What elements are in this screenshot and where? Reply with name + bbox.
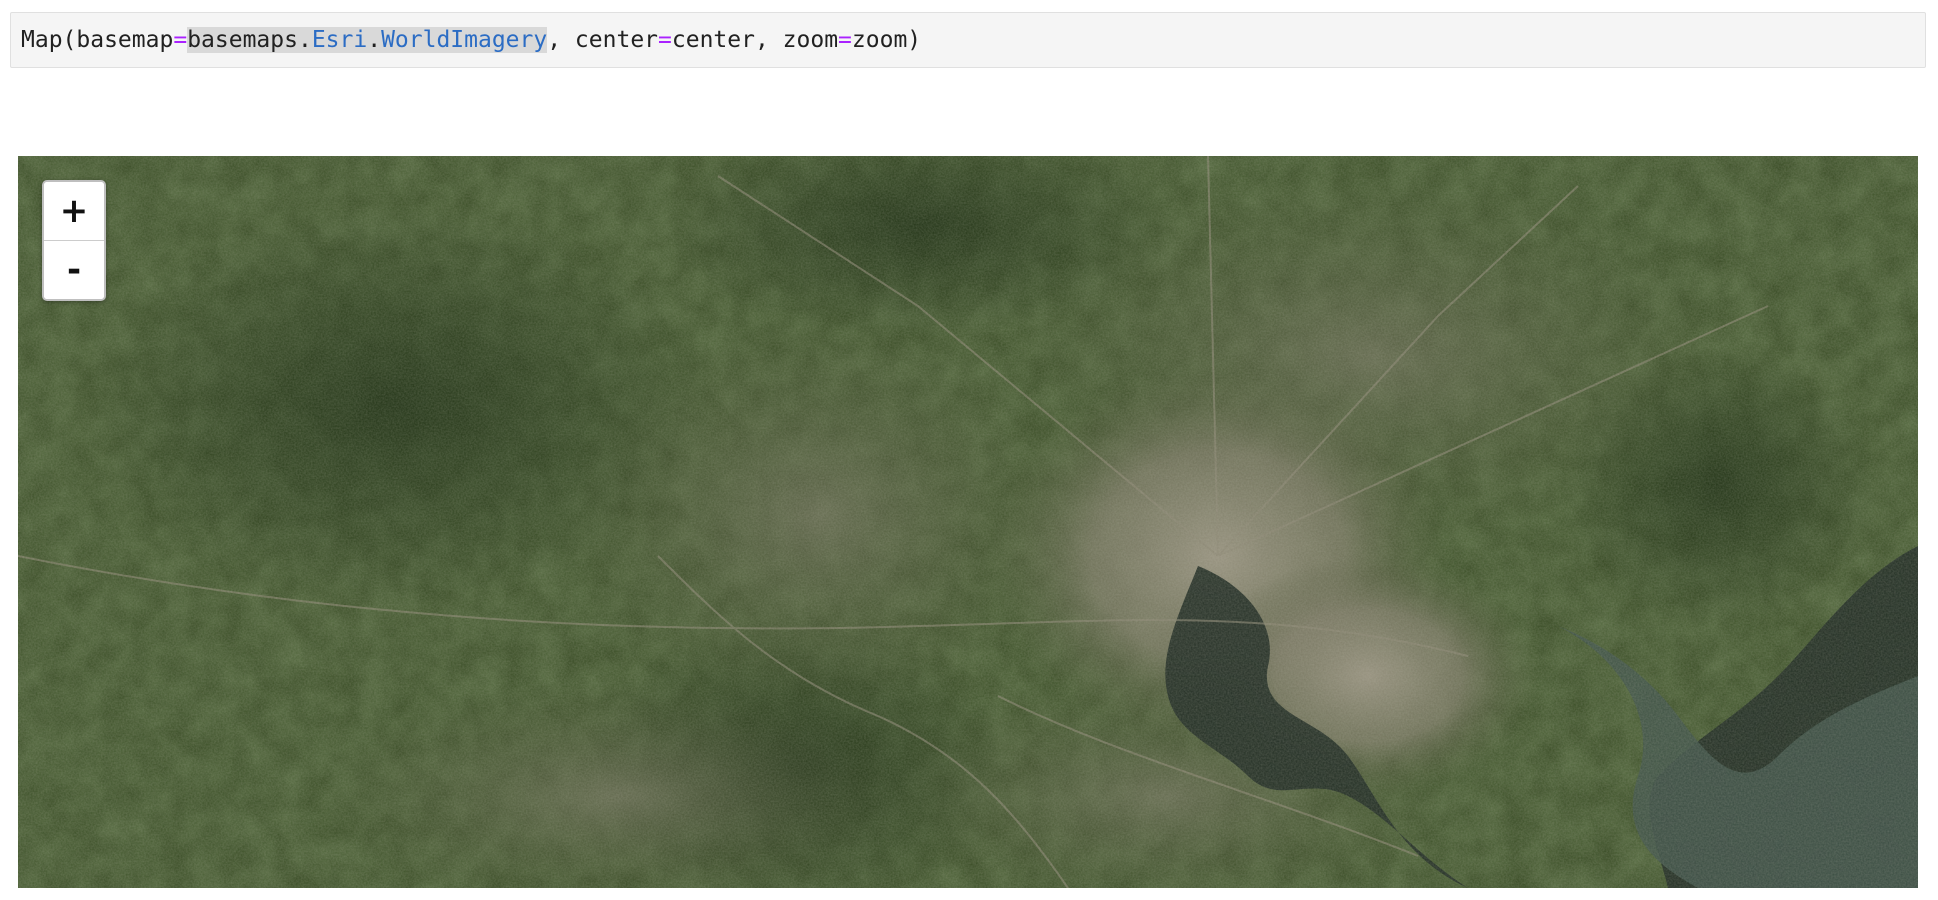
code-suffix: zoom) xyxy=(851,27,922,53)
code-operator: = xyxy=(838,27,852,53)
code-operator: = xyxy=(658,27,672,53)
code-prefix: Map(basemap xyxy=(21,27,174,53)
satellite-imagery[interactable] xyxy=(18,156,1918,888)
code-module: basemaps. xyxy=(187,27,312,53)
code-dot: . xyxy=(367,27,382,53)
code-selection: basemaps.Esri.WorldImagery xyxy=(187,27,548,53)
code-zoom-arg: center, zoom xyxy=(671,27,839,53)
zoom-control: + - xyxy=(42,180,106,301)
code-attribute-worldimagery: WorldImagery xyxy=(381,27,548,53)
zoom-in-button[interactable]: + xyxy=(44,182,104,241)
code-operator: = xyxy=(173,27,188,53)
map-widget[interactable]: + - xyxy=(18,156,1918,888)
code-cell[interactable]: Map(basemap = basemaps.Esri.WorldImagery, … xyxy=(10,12,1926,68)
code-center-arg: , center xyxy=(547,27,659,53)
zoom-out-button[interactable]: - xyxy=(44,241,104,299)
code-attribute-esri: Esri xyxy=(311,27,368,53)
